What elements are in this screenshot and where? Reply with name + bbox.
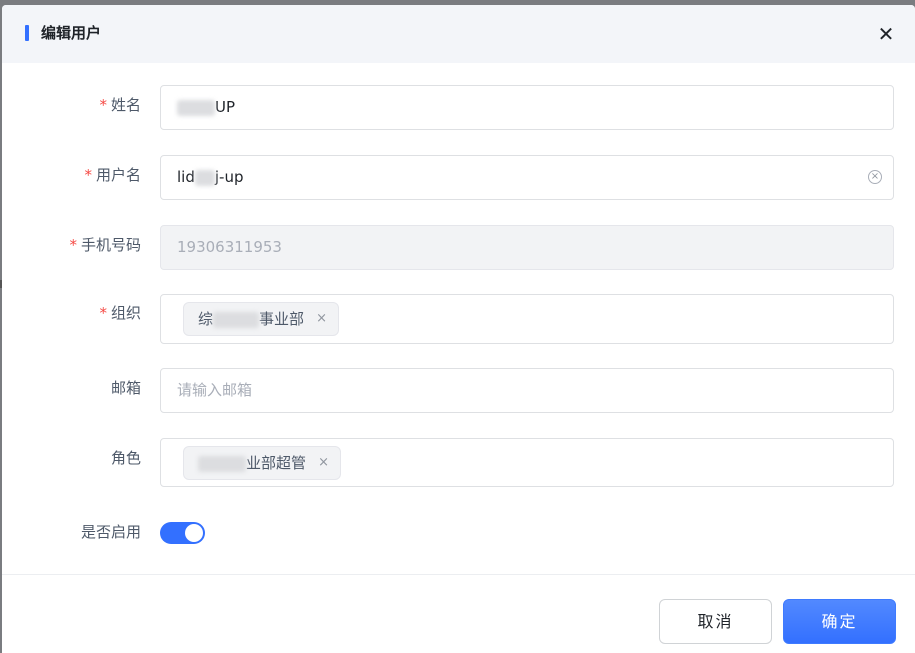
org-tag: 综事业部 × xyxy=(183,302,340,336)
clear-input-icon[interactable]: × xyxy=(868,170,882,184)
email-placeholder: 请输入邮箱 xyxy=(177,381,253,399)
tag-remove-icon[interactable]: × xyxy=(318,447,329,479)
dialog-title: 编辑用户 xyxy=(41,24,102,42)
org-label: * 组织 xyxy=(99,304,141,322)
role-tag: 业部超管 × xyxy=(183,446,342,480)
name-label: * 姓名 xyxy=(99,96,141,114)
phone-label: * 手机号码 xyxy=(69,236,141,254)
title-accent-bar xyxy=(25,25,29,41)
redacted-blur xyxy=(198,455,246,472)
tag-remove-icon[interactable]: × xyxy=(316,303,327,335)
enabled-label: 是否启用 xyxy=(80,523,141,541)
email-label: 邮箱 xyxy=(110,379,141,397)
cancel-button[interactable]: 取消 xyxy=(659,599,772,644)
redacted-blur xyxy=(213,311,260,328)
name-input[interactable]: UP xyxy=(160,85,894,130)
username-label: * 用户名 xyxy=(84,166,141,184)
email-input[interactable]: 请输入邮箱 xyxy=(160,368,894,413)
toggle-knob xyxy=(185,524,203,542)
org-select[interactable]: 综事业部 × xyxy=(160,294,894,344)
role-select[interactable]: 业部超管 × xyxy=(160,438,894,487)
username-input[interactable]: lid j-up × xyxy=(160,155,894,200)
role-label: 角色 xyxy=(110,449,141,467)
confirm-button[interactable]: 确定 xyxy=(783,599,896,644)
edit-user-dialog: 编辑用户 ✕ * 姓名 UP * 用户名 lid j-up × * 手机号码 19306… xyxy=(2,5,915,653)
phone-input: 19306311953 xyxy=(160,225,894,270)
footer-divider xyxy=(2,574,915,575)
redacted-blur xyxy=(177,99,215,116)
close-icon[interactable]: ✕ xyxy=(875,23,897,45)
redacted-blur xyxy=(194,169,215,186)
dialog-header: 编辑用户 ✕ xyxy=(2,5,915,63)
enabled-toggle[interactable] xyxy=(160,522,205,544)
